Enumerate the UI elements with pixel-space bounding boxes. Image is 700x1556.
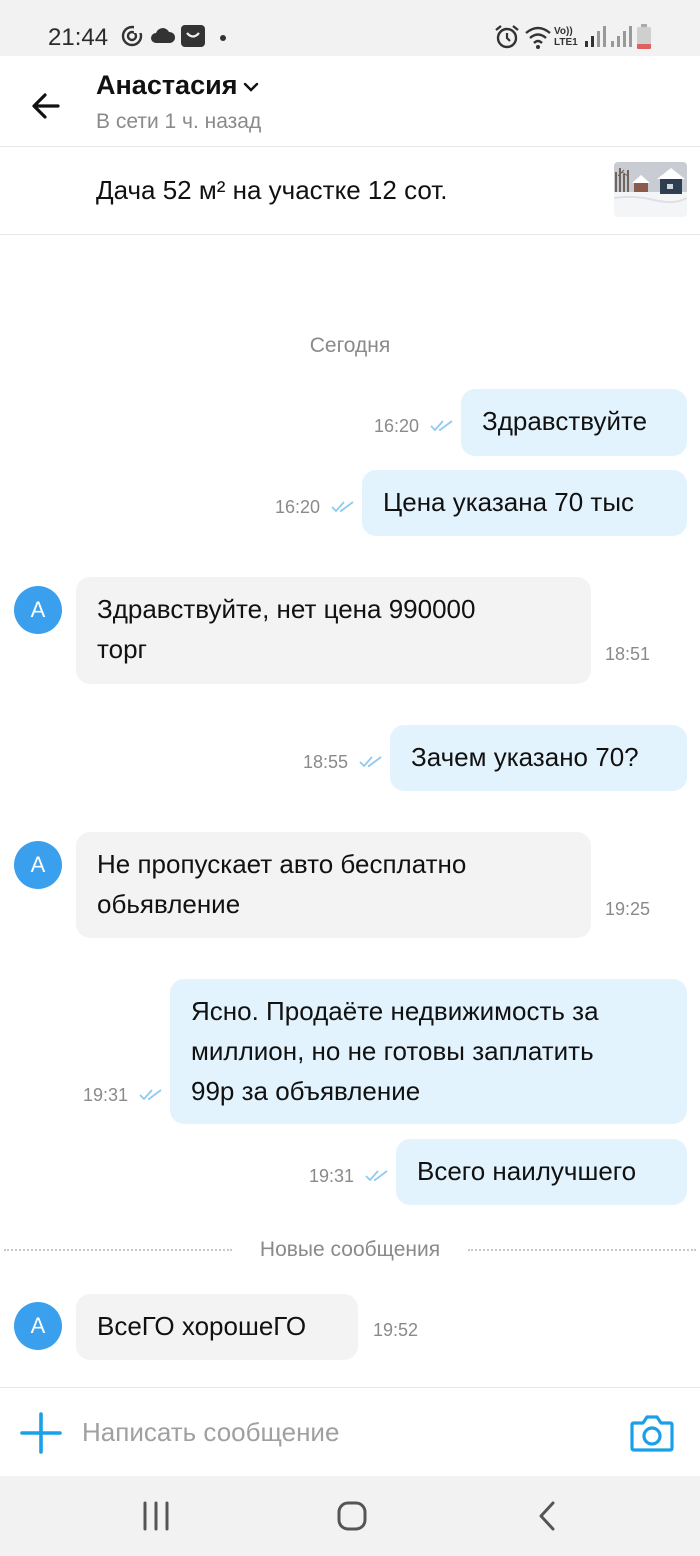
listing-thumbnail[interactable] (614, 162, 687, 217)
volte-icon: Vo)) LTE1 (554, 26, 578, 48)
message-time: 19:25 (605, 899, 651, 919)
message-text-line: 99р за объявление (191, 1076, 421, 1106)
message-time: 16:20 (275, 497, 321, 517)
message-bubble-incoming[interactable]: Не пропускает авто бесплатно обьявление (76, 832, 591, 938)
cloud-icon (151, 28, 176, 43)
chat-header: Анастасия В сети 1 ч. назад (0, 56, 700, 147)
recent-apps-icon[interactable] (136, 1498, 176, 1534)
wifi-icon (525, 26, 551, 49)
message-text: Здравствуйте (482, 406, 648, 436)
message-text-line: Здравствуйте, нет цена 990000 (97, 594, 476, 624)
bag-icon (181, 25, 205, 47)
message-bubble-outgoing[interactable]: Цена указана 70 тыс (362, 470, 687, 536)
chevron-down-icon[interactable] (242, 78, 260, 96)
sync-icon (121, 25, 143, 47)
message-bubble-outgoing[interactable]: Ясно. Продаёте недвижимость за миллион, … (170, 979, 687, 1124)
signal-icon (611, 26, 632, 47)
message-text-line: обьявление (97, 889, 241, 919)
message-text-line: Ясно. Продаёте недвижимость за (191, 996, 599, 1026)
message-bubble-outgoing[interactable]: Зачем указано 70? (390, 725, 687, 791)
listing-photo (614, 162, 687, 217)
message-bubble-incoming[interactable]: ВсеГО хорошеГО (76, 1294, 358, 1360)
message-time: 18:55 (303, 752, 349, 772)
dot-icon (220, 35, 226, 41)
camera-icon[interactable] (630, 1414, 674, 1452)
avatar[interactable]: А (14, 1302, 62, 1350)
date-separator: Сегодня (309, 334, 391, 357)
message-text-line: торг (97, 634, 148, 664)
double-check-icon (331, 501, 354, 513)
message-time: 19:52 (373, 1320, 419, 1340)
message-text: Всего наилучшего (417, 1156, 637, 1186)
message-bubble-outgoing[interactable]: Всего наилучшего (396, 1139, 687, 1205)
listing-title[interactable]: Дача 52 м² на участке 12 сот. (96, 175, 448, 206)
avatar[interactable]: А (14, 586, 62, 634)
message-composer (0, 1387, 700, 1476)
home-icon[interactable] (332, 1498, 372, 1534)
message-input[interactable] (82, 1410, 602, 1454)
message-time: 18:51 (605, 644, 651, 664)
double-check-icon (139, 1089, 162, 1101)
message-text: Зачем указано 70? (411, 742, 639, 772)
message-text: Цена указана 70 тыс (383, 487, 635, 517)
listing-banner[interactable]: Дача 52 м² на участке 12 сот. (0, 147, 700, 235)
back-icon[interactable] (528, 1498, 568, 1534)
avatar[interactable]: А (14, 841, 62, 889)
message-time: 19:31 (83, 1085, 129, 1105)
plus-icon[interactable] (20, 1412, 62, 1454)
contact-status: В сети 1 ч. назад (96, 110, 262, 133)
double-check-icon (359, 756, 382, 768)
double-check-icon (365, 1170, 388, 1182)
message-bubble-outgoing[interactable]: Здравствуйте (461, 389, 687, 456)
status-time: 21:44 (48, 24, 109, 51)
divider (468, 1249, 696, 1251)
signal-icon (585, 26, 606, 47)
status-bar: 21:44 Vo)) LTE1 (0, 0, 700, 56)
message-text-line: Не пропускает авто бесплатно (97, 849, 467, 879)
message-text-line: миллион, но не готовы заплатить (191, 1036, 594, 1066)
message-text: ВсеГО хорошеГО (97, 1311, 307, 1341)
double-check-icon (430, 420, 453, 432)
arrow-left-icon[interactable] (28, 86, 68, 126)
message-time: 16:20 (374, 416, 420, 436)
new-messages-separator: Новые сообщения (0, 1234, 700, 1266)
battery-icon (637, 24, 651, 49)
system-nav-bar (0, 1476, 700, 1556)
message-time: 19:31 (309, 1166, 355, 1186)
message-bubble-incoming[interactable]: Здравствуйте, нет цена 990000 торг (76, 577, 591, 684)
alarm-icon (495, 25, 519, 49)
contact-name[interactable]: Анастасия (96, 70, 237, 101)
